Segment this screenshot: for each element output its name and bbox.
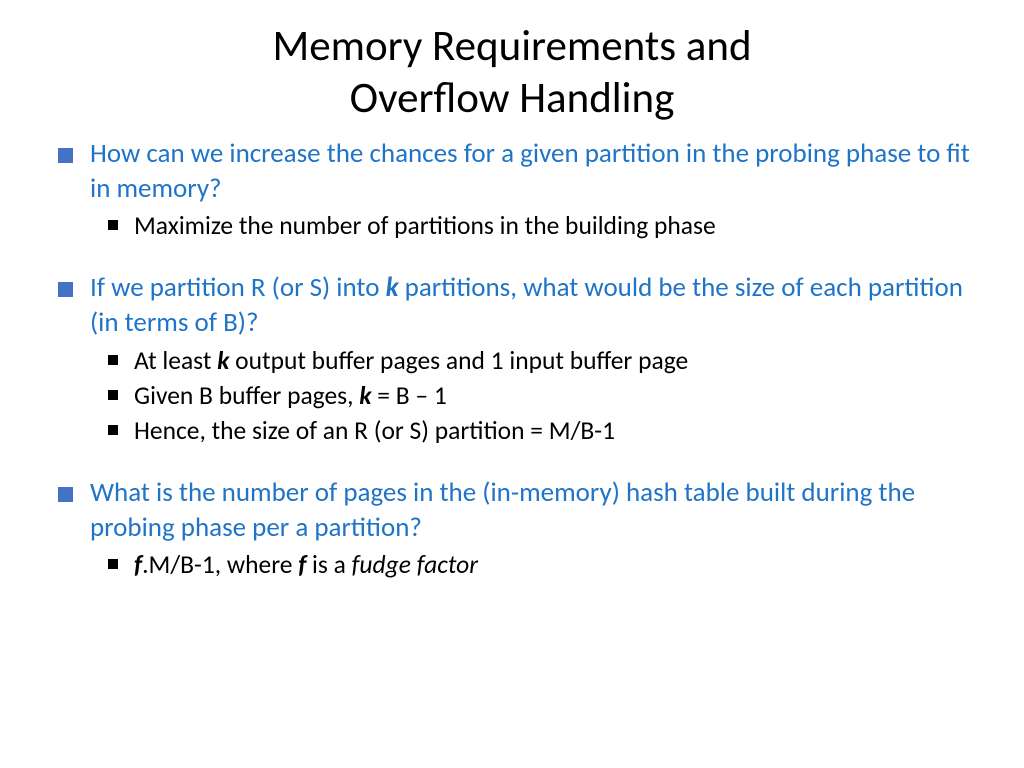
answers-2: At least k output buffer pages and 1 inp… <box>90 343 976 449</box>
bullet-2: If we partition R (or S) into k partitio… <box>48 271 976 448</box>
q2-k: k <box>386 271 399 304</box>
question-2: If we partition R (or S) into k partitio… <box>90 271 976 340</box>
outer-list: How can we increase the chances for a gi… <box>48 137 976 582</box>
a21-post: output buffer pages and 1 input buffer p… <box>229 345 688 376</box>
slide-title: Memory Requirements and Overflow Handlin… <box>48 20 976 123</box>
title-line-2: Overflow Handling <box>350 71 675 124</box>
answers-1: Maximize the number of partitions in the… <box>90 208 976 243</box>
q2-pre: If we partition R (or S) into <box>90 271 386 304</box>
answer-2-2: Given B buffer pages, k = B – 1 <box>90 378 976 413</box>
answer-1-1: Maximize the number of partitions in the… <box>90 208 976 243</box>
answer-2-3: Hence, the size of an R (or S) partition… <box>90 413 976 448</box>
bullet-1: How can we increase the chances for a gi… <box>48 137 976 243</box>
bullet-3: What is the number of pages in the (in-m… <box>48 476 976 582</box>
answers-3: f.M/B-1, where f is a fudge factor <box>90 547 976 582</box>
a31-f1: f <box>134 549 142 580</box>
a22-post: = B – 1 <box>372 380 447 411</box>
slide-content: How can we increase the chances for a gi… <box>48 137 976 582</box>
title-line-1: Memory Requirements and <box>272 19 751 72</box>
a31-post: is a <box>306 549 351 580</box>
a31-mid: .M/B-1, where <box>142 549 298 580</box>
a21-pre: At least <box>134 345 217 376</box>
a31-fudge: fudge factor <box>352 549 478 580</box>
answer-2-1: At least k output buffer pages and 1 inp… <box>90 343 976 378</box>
answer-3-1: f.M/B-1, where f is a fudge factor <box>90 547 976 582</box>
a22-pre: Given B buffer pages, <box>134 380 359 411</box>
question-1: How can we increase the chances for a gi… <box>90 137 976 206</box>
question-3: What is the number of pages in the (in-m… <box>90 476 976 545</box>
a22-k: k <box>359 380 371 411</box>
a21-k: k <box>217 345 229 376</box>
